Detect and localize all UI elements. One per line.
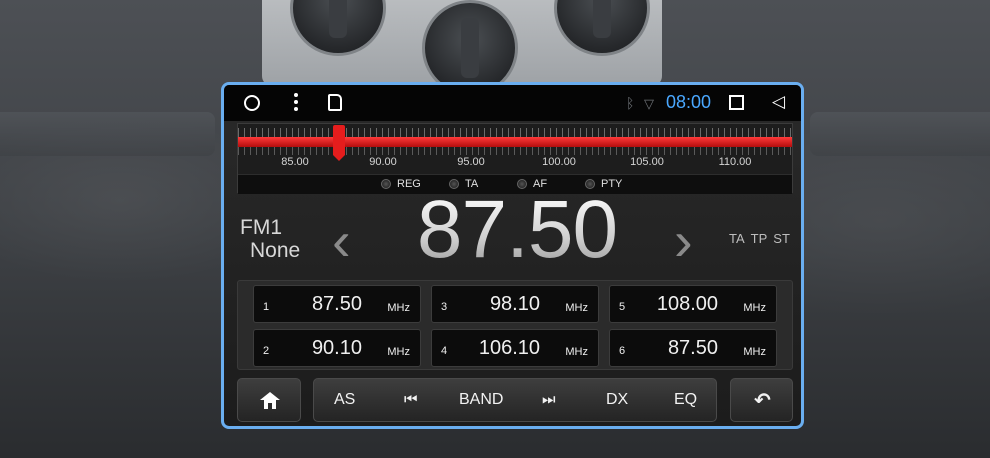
tuner-scale[interactable]: 85.00 90.00 95.00 100.00 105.00 110.00 R… xyxy=(237,123,793,194)
eq-button[interactable]: EQ xyxy=(674,391,697,409)
scale-label: 100.00 xyxy=(542,156,576,168)
scale-label: 90.00 xyxy=(369,156,397,168)
preset-number: 4 xyxy=(441,345,448,357)
flag-tp: TP xyxy=(750,231,768,246)
seek-previous-icon[interactable]: ⏮ xyxy=(404,391,418,408)
status-bar: ᛒ ▽ 08:00 ◁ xyxy=(224,85,801,121)
preset-grid: 1 87.50 MHz 2 90.10 MHz 3 98.10 MHz 4 10… xyxy=(237,280,793,370)
flag-st: ST xyxy=(773,231,790,246)
preset-unit: MHz xyxy=(387,302,410,314)
flag-ta: TA xyxy=(729,231,745,246)
preset-unit: MHz xyxy=(387,346,410,358)
radio-controls-bar: AS ⏮ BAND ⏭ DX EQ xyxy=(313,378,717,422)
radio-head-unit-screen: ᛒ ▽ 08:00 ◁ 85.00 90.00 95.00 100.00 105… xyxy=(221,82,804,429)
radio-dot-icon xyxy=(381,179,391,189)
seek-next-icon[interactable]: ⏭ xyxy=(542,391,556,408)
climate-knob-left xyxy=(290,0,386,56)
preset-5[interactable]: 5 108.00 MHz xyxy=(609,285,777,323)
preset-unit: MHz xyxy=(565,346,588,358)
sd-card-icon xyxy=(328,94,342,111)
band-label: FM1 xyxy=(240,216,282,239)
preset-frequency: 108.00 xyxy=(656,293,718,315)
as-button[interactable]: AS xyxy=(334,391,355,409)
preset-frequency: 87.50 xyxy=(667,337,718,359)
preset-frequency: 90.10 xyxy=(311,337,362,359)
bluetooth-icon: ᛒ xyxy=(626,95,635,111)
station-name: None xyxy=(250,239,301,262)
chevron-right-icon[interactable]: › xyxy=(674,213,693,269)
band-button[interactable]: BAND xyxy=(459,391,503,409)
preset-number: 3 xyxy=(441,301,448,313)
climate-knob-right xyxy=(554,0,650,56)
scale-label: 105.00 xyxy=(630,156,664,168)
scale-label: 110.00 xyxy=(718,156,752,168)
dashboard-trim-right xyxy=(810,112,990,156)
triangle-back-icon[interactable]: ◁ xyxy=(772,93,785,111)
current-frequency: 87.50 xyxy=(402,189,632,271)
preset-frequency: 98.10 xyxy=(489,293,540,315)
dx-button[interactable]: DX xyxy=(606,391,628,409)
more-vert-icon[interactable] xyxy=(294,93,298,113)
home-button[interactable] xyxy=(237,378,301,422)
climate-control-panel xyxy=(262,0,662,96)
preset-number: 6 xyxy=(619,345,626,357)
preset-number: 2 xyxy=(263,345,270,357)
preset-frequency: 87.50 xyxy=(311,293,362,315)
tuner-red-bar xyxy=(238,137,792,147)
preset-6[interactable]: 6 87.50 MHz xyxy=(609,329,777,367)
scale-label: 85.00 xyxy=(281,156,309,168)
return-arrow-icon: ↶ xyxy=(754,390,771,412)
option-reg[interactable]: REG xyxy=(381,178,421,190)
scale-label: 95.00 xyxy=(457,156,485,168)
tuner-ticks-bottom xyxy=(238,147,792,155)
clock-time: 08:00 xyxy=(666,92,712,112)
preset-unit: MHz xyxy=(743,346,766,358)
circle-home-icon[interactable] xyxy=(244,95,260,111)
preset-2[interactable]: 2 90.10 MHz xyxy=(253,329,421,367)
preset-unit: MHz xyxy=(565,302,588,314)
preset-frequency: 106.10 xyxy=(478,337,540,359)
square-recents-icon[interactable] xyxy=(729,95,744,110)
chevron-left-icon[interactable]: ‹ xyxy=(332,213,351,269)
return-button[interactable]: ↶ xyxy=(730,378,793,422)
dashboard-trim-left xyxy=(0,112,215,156)
preset-1[interactable]: 1 87.50 MHz xyxy=(253,285,421,323)
station-flags: TA TP ST xyxy=(729,231,790,246)
preset-3[interactable]: 3 98.10 MHz xyxy=(431,285,599,323)
tuner-needle-handle[interactable] xyxy=(333,125,345,161)
preset-number: 1 xyxy=(263,301,270,313)
home-icon xyxy=(260,392,280,409)
preset-4[interactable]: 4 106.10 MHz xyxy=(431,329,599,367)
preset-unit: MHz xyxy=(743,302,766,314)
preset-number: 5 xyxy=(619,301,626,313)
wifi-icon: ▽ xyxy=(644,96,654,111)
